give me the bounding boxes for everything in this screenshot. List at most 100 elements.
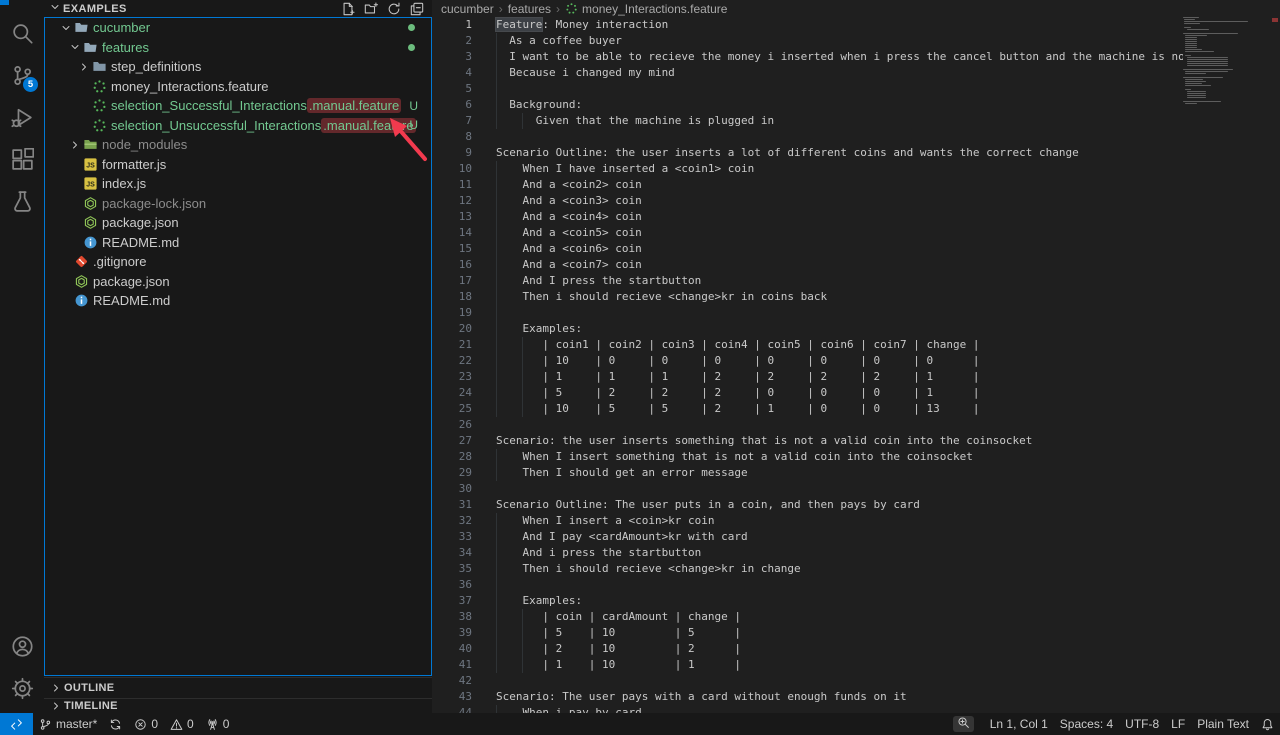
code-line[interactable]: 6 Background: (432, 97, 1183, 113)
folder-open-file-icon (74, 20, 91, 35)
code-line[interactable]: 23 | 1 | 1 | 1 | 2 | 2 | 2 | 2 | 1 | (432, 369, 1183, 385)
tree-item-package-json[interactable]: package.json (45, 272, 431, 292)
code-line[interactable]: 10 When I have inserted a <coin1> coin (432, 161, 1183, 177)
tree-item-index-js[interactable]: JSindex.js (45, 174, 431, 194)
breadcrumb-item[interactable]: features (508, 2, 551, 16)
code-line[interactable]: 1Feature: Money interaction (432, 17, 1183, 33)
code-line[interactable]: 2 As a coffee buyer (432, 33, 1183, 49)
overview-ruler[interactable] (1271, 17, 1280, 713)
code-line[interactable]: 29 Then I should get an error message (432, 465, 1183, 481)
status-sync[interactable] (103, 713, 128, 735)
tree-item-package-json[interactable]: package.json (45, 213, 431, 233)
code-line[interactable]: 5 (432, 81, 1183, 97)
line-text: As a coffee buyer (472, 33, 622, 49)
activity-testing-icon[interactable] (0, 180, 44, 222)
code-line[interactable]: 42 (432, 673, 1183, 689)
code-line[interactable]: 28 When I insert something that is not a… (432, 449, 1183, 465)
tree-item-step-definitions[interactable]: step_definitions (45, 57, 431, 77)
code-line[interactable]: 20 Examples: (432, 321, 1183, 337)
code-line[interactable]: 7 Given that the machine is plugged in (432, 113, 1183, 129)
tree-item-selection-unsuccessful-interactions[interactable]: selection_Unsuccessful_Interactions.manu… (45, 116, 431, 136)
activity-extensions-icon[interactable] (0, 138, 44, 180)
status-bell[interactable] (1255, 713, 1280, 735)
status-warning[interactable]: 0 (164, 713, 200, 735)
status-remote[interactable] (0, 713, 33, 735)
run-debug-icon (11, 106, 34, 129)
sidebar-section-timeline[interactable]: TIMELINE (44, 698, 432, 713)
code-line[interactable]: 40 | 2 | 10 | 2 | (432, 641, 1183, 657)
explorer-header[interactable]: EXAMPLES (44, 0, 432, 17)
code-line[interactable]: 30 (432, 481, 1183, 497)
breadcrumb-item[interactable]: cucumber (441, 2, 494, 16)
code-line[interactable]: 35 Then i should recieve <change>kr in c… (432, 561, 1183, 577)
line-text: And a <coin3> coin (472, 193, 642, 209)
new-file-icon[interactable] (341, 2, 355, 16)
chevron-right-icon (66, 139, 83, 151)
code-line[interactable]: 13 And a <coin4> coin (432, 209, 1183, 225)
code-line[interactable]: 32 When I insert a <coin>kr coin (432, 513, 1183, 529)
refresh-icon[interactable] (387, 2, 401, 16)
activity-run-debug-icon[interactable] (0, 96, 44, 138)
tree-item--gitignore[interactable]: .gitignore (45, 252, 431, 272)
tree-item-readme-md[interactable]: README.md (45, 233, 431, 253)
code-line[interactable]: 8 (432, 129, 1183, 145)
tree-item-formatter-js[interactable]: JSformatter.js (45, 155, 431, 175)
code-line[interactable]: 31Scenario Outline: The user puts in a c… (432, 497, 1183, 513)
code-line[interactable]: 4 Because i changed my mind (432, 65, 1183, 81)
status-ln-1-col-1[interactable]: Ln 1, Col 1 (984, 713, 1054, 735)
status-spaces-4[interactable]: Spaces: 4 (1054, 713, 1119, 735)
code-line[interactable]: 27Scenario: the user inserts something t… (432, 433, 1183, 449)
code-line[interactable]: 21 | coin1 | coin2 | coin3 | coin4 | coi… (432, 337, 1183, 353)
code-line[interactable]: 14 And a <coin5> coin (432, 225, 1183, 241)
code-line[interactable]: 26 (432, 417, 1183, 433)
collapse-all-icon[interactable] (410, 2, 424, 16)
code-line[interactable]: 25 | 10 | 5 | 5 | 2 | 1 | 0 | 0 | 13 | (432, 401, 1183, 417)
activity-account-icon[interactable] (0, 625, 44, 667)
tree-item-readme-md[interactable]: README.md (45, 291, 431, 311)
code-line[interactable]: 44 When i pay by card (432, 705, 1183, 713)
code-line[interactable]: 34 And i press the startbutton (432, 545, 1183, 561)
code-line[interactable]: 3 I want to be able to recieve the money… (432, 49, 1183, 65)
breadcrumb-item[interactable]: money_Interactions.feature (565, 2, 727, 16)
code-line[interactable]: 43Scenario: The user pays with a card wi… (432, 689, 1183, 705)
code-line[interactable]: 22 | 10 | 0 | 0 | 0 | 0 | 0 | 0 | 0 | (432, 353, 1183, 369)
code-line[interactable]: 15 And a <coin6> coin (432, 241, 1183, 257)
code-line[interactable]: 39 | 5 | 10 | 5 | (432, 625, 1183, 641)
code-line[interactable]: 17 And I press the startbutton (432, 273, 1183, 289)
status-zoom[interactable] (947, 713, 984, 735)
code-line[interactable]: 19 (432, 305, 1183, 321)
sidebar-section-outline[interactable]: OUTLINE (44, 677, 432, 697)
status-utf-8[interactable]: UTF-8 (1119, 713, 1165, 735)
status-error[interactable]: 0 (128, 713, 164, 735)
code-line[interactable]: 24 | 5 | 2 | 2 | 2 | 0 | 0 | 0 | 1 | (432, 385, 1183, 401)
activity-source-control-icon[interactable]: 5 (0, 54, 44, 96)
code-line[interactable]: 12 And a <coin3> coin (432, 193, 1183, 209)
code-line[interactable]: 18 Then i should recieve <change>kr in c… (432, 289, 1183, 305)
tree-item-selection-successful-interactions[interactable]: selection_Successful_Interactions.manual… (45, 96, 431, 116)
account-icon (11, 635, 34, 658)
new-folder-icon[interactable] (364, 2, 378, 16)
code-line[interactable]: 11 And a <coin2> coin (432, 177, 1183, 193)
code-line[interactable]: 16 And a <coin7> coin (432, 257, 1183, 273)
code-line[interactable]: 38 | coin | cardAmount | change | (432, 609, 1183, 625)
line-text: When i pay by card (472, 705, 642, 713)
code-line[interactable]: 41 | 1 | 10 | 1 | (432, 657, 1183, 673)
status-lf[interactable]: LF (1165, 713, 1191, 735)
status-plain-text[interactable]: Plain Text (1191, 713, 1255, 735)
code-line[interactable]: 37 Examples: (432, 593, 1183, 609)
activity-settings-gear-icon[interactable] (0, 667, 44, 709)
status-branch[interactable]: master* (33, 713, 103, 735)
code-line[interactable]: 9Scenario Outline: the user inserts a lo… (432, 145, 1183, 161)
tree-item-cucumber[interactable]: cucumber (45, 18, 431, 38)
code-area[interactable]: 1Feature: Money interaction2 As a coffee… (432, 17, 1183, 713)
code-line[interactable]: 33 And I pay <cardAmount>kr with card (432, 529, 1183, 545)
status-radio-tower[interactable]: 0 (200, 713, 236, 735)
bell-icon (1261, 718, 1274, 731)
activity-search-icon[interactable] (0, 12, 44, 54)
tree-item-node-modules[interactable]: node_modules (45, 135, 431, 155)
code-line[interactable]: 36 (432, 577, 1183, 593)
minimap[interactable] (1183, 17, 1271, 713)
tree-item-package-lock-json[interactable]: package-lock.json (45, 194, 431, 214)
tree-item-money-interactions-feature[interactable]: money_Interactions.feature (45, 77, 431, 97)
tree-item-features[interactable]: features (45, 38, 431, 58)
